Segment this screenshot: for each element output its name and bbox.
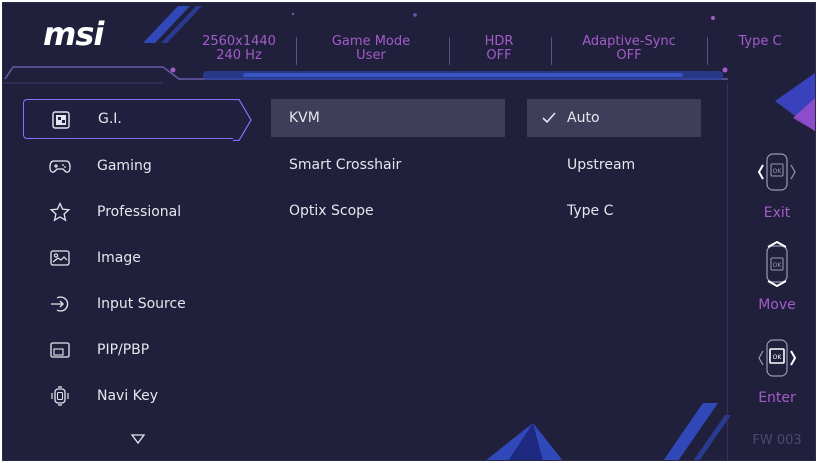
status-divider xyxy=(707,37,708,65)
status-hdr-label: HDR xyxy=(484,34,514,49)
navi-key-exit-icon: OK xyxy=(757,153,796,191)
star-icon xyxy=(49,202,71,222)
status-divider xyxy=(296,37,297,65)
status-adaptive-sync: Adaptive-Sync OFF xyxy=(569,35,689,63)
navi-key-move-icon: OK xyxy=(766,241,788,287)
status-adaptive-sync-label: Adaptive-Sync xyxy=(582,34,676,49)
pip-icon xyxy=(50,342,70,358)
submenu-item-kvm[interactable]: KVM xyxy=(271,99,505,137)
navi-key-icon xyxy=(51,386,69,406)
option-type-c[interactable]: Type C xyxy=(527,192,701,230)
menu-item-professional[interactable]: Professional xyxy=(23,192,233,232)
submenu-item-label: Optix Scope xyxy=(289,203,374,219)
navigation-divider xyxy=(727,83,728,460)
menu-item-navi-key[interactable]: Navi Key xyxy=(23,376,233,416)
ok-text: OK xyxy=(773,354,783,361)
menu-item-label: G.I. xyxy=(98,111,122,127)
status-game-mode-label: Game Mode xyxy=(331,34,411,49)
image-icon xyxy=(50,250,70,266)
status-resolution: 2560x1440 240 Hz xyxy=(199,35,279,63)
scroll-down-icon[interactable] xyxy=(130,433,146,445)
menu-item-pip-pbp[interactable]: PIP/PBP xyxy=(23,330,233,370)
status-game-mode: Game Mode User xyxy=(321,35,421,63)
status-input-value: Type C xyxy=(738,34,782,49)
menu-item-label: Gaming xyxy=(97,158,152,174)
msi-logo: msi xyxy=(43,15,104,53)
option-upstream[interactable]: Upstream xyxy=(527,146,701,184)
enter-label: Enter xyxy=(758,390,796,406)
navi-key-enter-icon: OK xyxy=(758,339,797,377)
ok-text: OK xyxy=(773,262,783,269)
status-game-mode-value: User xyxy=(356,48,386,63)
submenu-item-label: Smart Crosshair xyxy=(289,157,402,173)
status-hdr: HDR OFF xyxy=(473,35,525,63)
option-label: Auto xyxy=(567,110,600,126)
menu-item-label: PIP/PBP xyxy=(97,342,150,358)
status-adaptive-sync-value: OFF xyxy=(616,48,642,63)
status-divider xyxy=(449,37,450,65)
ok-text: OK xyxy=(773,168,783,175)
gamepad-icon xyxy=(49,160,71,173)
option-label: Upstream xyxy=(567,157,636,173)
move-label: Move xyxy=(758,297,796,313)
menu-item-label: Input Source xyxy=(97,296,186,312)
status-divider xyxy=(551,37,552,65)
osd-panel: msi 2560x1440 240 Hz Game Mode User HDR … xyxy=(2,2,816,461)
gi-icon xyxy=(52,111,70,129)
menu-item-image[interactable]: Image xyxy=(23,238,233,278)
submenu-item-optix-scope[interactable]: Optix Scope xyxy=(271,192,505,230)
firmware-version: FW 003 xyxy=(752,433,802,448)
menu-item-gaming[interactable]: Gaming xyxy=(23,146,233,186)
selection-arrow xyxy=(233,99,252,141)
input-source-icon xyxy=(51,296,69,312)
menu-item-label: Professional xyxy=(97,204,182,220)
menu-item-gi[interactable]: G.I. xyxy=(23,99,233,139)
status-resolution-value: 2560x1440 xyxy=(202,34,276,49)
menu-item-input-source[interactable]: Input Source xyxy=(23,284,233,324)
submenu-item-smart-crosshair[interactable]: Smart Crosshair xyxy=(271,146,505,184)
checkmark-icon xyxy=(542,112,556,124)
menu-item-label: Image xyxy=(97,250,141,266)
submenu-item-label: KVM xyxy=(289,110,320,126)
option-auto[interactable]: Auto xyxy=(527,99,701,137)
status-hdr-value: OFF xyxy=(486,48,512,63)
menu-item-label: Navi Key xyxy=(97,388,159,404)
status-input: Type C xyxy=(727,35,793,49)
exit-label: Exit xyxy=(763,205,791,221)
status-refresh-value: 240 Hz xyxy=(216,48,262,63)
option-label: Type C xyxy=(567,203,614,219)
